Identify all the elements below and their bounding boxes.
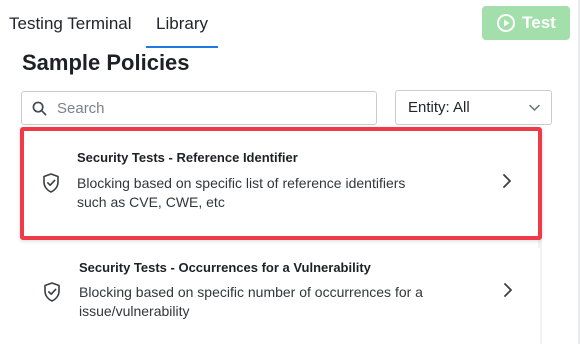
policy-description: Blocking based on specific list of refer… — [77, 175, 406, 210]
chevron-down-icon — [529, 104, 540, 111]
tab-label: Testing Terminal — [9, 14, 132, 33]
play-circle-icon — [497, 14, 516, 32]
search-box[interactable] — [21, 91, 377, 125]
chevron-right-icon — [504, 283, 512, 297]
tab-label: Library — [156, 14, 208, 33]
chevron-right-icon — [503, 174, 511, 188]
search-input[interactable] — [57, 99, 357, 117]
page-title: Sample Policies — [22, 50, 190, 75]
shield-check-icon — [43, 173, 59, 193]
policy-title: Security Tests - Reference Identifier — [77, 150, 298, 165]
shield-check-icon — [44, 282, 60, 302]
entity-filter-label: Entity: All — [408, 99, 470, 116]
policy-card-occurrences[interactable]: Security Tests - Occurrences for a Vulne… — [22, 248, 540, 344]
policy-description: Blocking based on specific number of occ… — [79, 284, 423, 319]
policy-list: Security Tests - Reference Identifier Bl… — [20, 127, 542, 344]
test-button[interactable]: Test — [482, 6, 570, 40]
entity-filter-select[interactable]: Entity: All — [395, 90, 552, 125]
tab-library[interactable]: Library — [146, 0, 218, 48]
search-icon — [32, 101, 47, 115]
policy-title: Security Tests - Occurrences for a Vulne… — [79, 260, 371, 275]
policy-card-reference-identifier[interactable]: Security Tests - Reference Identifier Bl… — [20, 127, 542, 240]
test-button-label: Test — [522, 13, 556, 32]
policy-library-page: Testing Terminal Library Test Sample Pol… — [0, 0, 580, 344]
tab-testing-terminal[interactable]: Testing Terminal — [9, 0, 139, 48]
